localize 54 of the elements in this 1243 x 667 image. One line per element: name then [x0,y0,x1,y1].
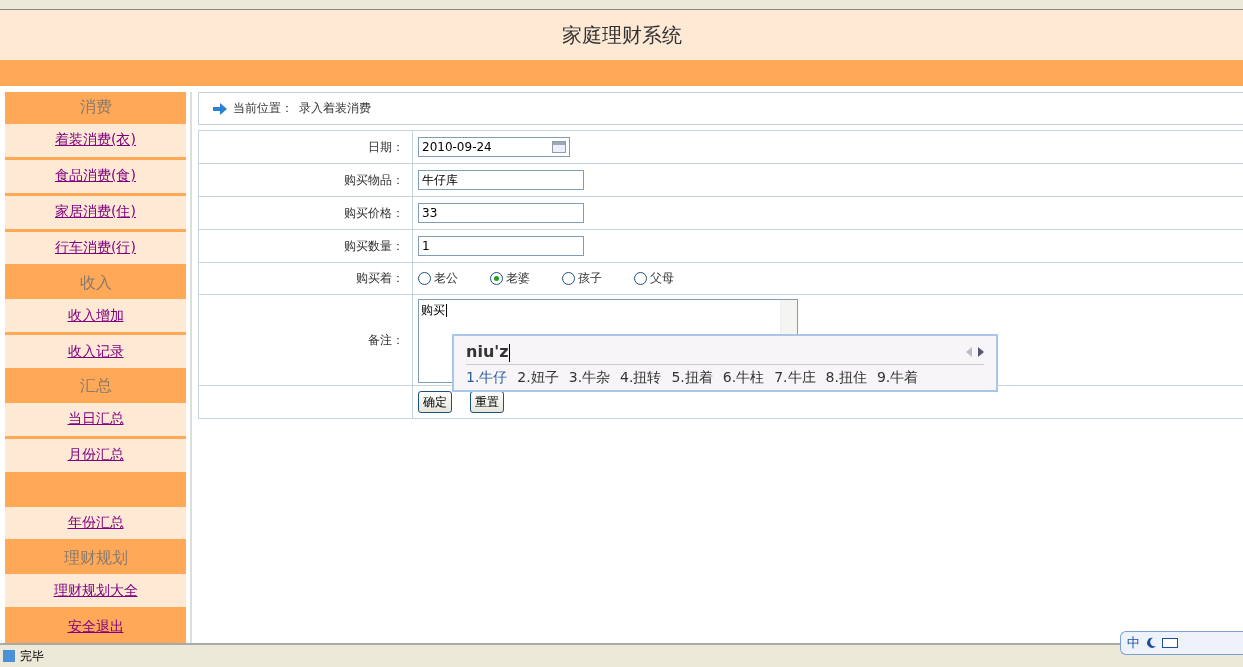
sidebar-link[interactable]: 家居消费(住) [55,203,136,222]
page-arrows-icon[interactable] [966,347,984,357]
section-title: 消费 [79,97,112,119]
sidebar-link[interactable]: 年份汇总 [67,513,124,532]
keyboard-icon[interactable] [1162,638,1178,648]
sidebar-link[interactable]: 当日汇总 [67,410,124,429]
radio-option[interactable]: 老婆 [490,270,558,287]
section-title: 理财规划 [63,547,128,569]
field-label: 购买着： [356,270,404,287]
ime-candidate[interactable]: 4.扭转 [620,369,662,387]
text-field[interactable]: 1 [418,236,584,256]
radio-option[interactable]: 孩子 [562,270,630,287]
date-field[interactable]: 2010-09-24 [418,137,570,157]
text-cursor [446,303,447,318]
field-label: 购买数量： [344,237,404,255]
sidebar-link[interactable]: 理财规划大全 [53,581,138,600]
ime-candidate[interactable]: 5.扭着 [671,369,713,387]
ime-candidate[interactable]: 1.牛仔 [466,369,508,387]
submit-button[interactable]: 确定 [418,391,452,413]
logout-link[interactable]: 安全退出 [67,617,124,636]
radio-option[interactable]: 老公 [418,270,486,287]
text-field[interactable]: 33 [418,203,584,223]
text-field[interactable]: 牛仔库 [418,170,584,190]
section-title: 汇总 [79,376,112,398]
section-title: 收入 [79,272,112,294]
status-text: 完毕 [20,647,44,665]
arrow-icon [213,102,227,115]
breadcrumb-label: 当前位置： [233,100,293,117]
radio-option[interactable]: 父母 [634,270,702,287]
ime-candidate[interactable]: 3.牛杂 [568,369,611,387]
site-title: 家庭理财系统 [561,21,682,49]
field-label: 购买物品： [344,171,404,189]
ime-candidate[interactable]: 6.牛柱 [722,369,765,387]
moon-icon[interactable] [1145,637,1157,649]
ime-candidate[interactable]: 2.妞子 [517,369,559,387]
sidebar-link[interactable]: 行车消费(行) [55,238,136,257]
ime-mode[interactable]: 中 [1127,634,1140,652]
field-label: 日期： [368,138,404,156]
sidebar-link[interactable]: 收入增加 [67,306,124,325]
notes-text: 购买 [421,303,445,317]
sidebar-link[interactable]: 食品消费(食) [55,167,136,186]
sidebar-link[interactable]: 月份汇总 [67,446,124,465]
ime-composition-text: niu'z [466,342,509,362]
sidebar-link[interactable]: 收入记录 [67,342,124,361]
reset-button[interactable]: 重置 [470,391,504,413]
field-label: 备注： [368,331,404,349]
sidebar-link[interactable]: 着装消费(衣) [55,131,136,150]
page-icon [2,649,16,663]
ime-candidate[interactable]: 8.扭住 [825,369,867,387]
breadcrumb-value: 录入着装消费 [299,100,371,117]
field-label: 购买价格： [344,204,404,222]
text-cursor [509,344,511,362]
ime-candidate[interactable]: 7.牛庄 [774,369,816,387]
ime-candidate[interactable]: 9.牛着 [876,369,919,387]
